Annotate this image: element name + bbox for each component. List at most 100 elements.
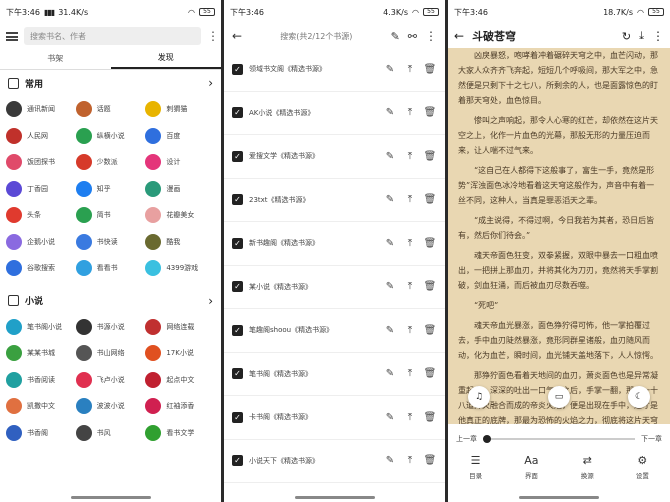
table-row[interactable]: ✓ 卡书阁《精选书源》 ✎ ⤒ 🗑 (224, 396, 445, 440)
more-vert-icon[interactable]: ⋮ (207, 30, 219, 42)
site-item[interactable]: 看看书 (75, 255, 146, 282)
checkbox[interactable]: ✓ (232, 281, 243, 293)
menu-icon[interactable] (6, 31, 18, 41)
delete-icon[interactable]: 🗑 (423, 455, 437, 466)
table-row[interactable]: ✓ 某小说《精选书源》 ✎ ⤒ 🗑 (224, 266, 445, 309)
site-item[interactable]: 书快读 (75, 229, 146, 256)
section-header[interactable]: 常用 › (0, 70, 221, 96)
site-item[interactable]: 谷歌搜索 (6, 255, 76, 282)
table-row[interactable]: ✓ 23txt《精选书源》 ✎ ⤒ 🗑 (224, 179, 445, 222)
delete-icon[interactable]: 🗑 (423, 107, 437, 118)
site-item[interactable]: 知乎 (75, 176, 146, 203)
checkbox[interactable]: ✓ (232, 324, 243, 336)
move-top-icon[interactable]: ⤒ (403, 412, 417, 423)
delete-icon[interactable]: 🗑 (423, 64, 437, 75)
site-item[interactable]: 纵横小说 (75, 123, 146, 150)
edit-icon[interactable]: ✎ (391, 30, 400, 43)
refresh-icon[interactable]: ↻ (622, 30, 631, 43)
move-top-icon[interactable]: ⤒ (403, 194, 417, 205)
site-item[interactable]: 酷我 (145, 229, 215, 256)
night-mode-icon[interactable]: ☾ (628, 386, 650, 408)
checkbox[interactable]: ✓ (232, 368, 243, 380)
headphones-icon[interactable]: ♫ (468, 386, 490, 408)
filter-icon[interactable]: ⚯ (408, 30, 417, 43)
site-item[interactable]: 某某书城 (6, 340, 76, 367)
section-header[interactable]: 小说 › (0, 288, 221, 314)
checkbox[interactable]: ✓ (232, 150, 243, 162)
back-arrow-icon[interactable]: ← (454, 29, 464, 43)
site-item[interactable]: 飞卢小说 (75, 367, 146, 394)
download-icon[interactable]: ⤓ (639, 29, 644, 43)
site-item[interactable]: 4399游戏 (145, 255, 215, 282)
site-item[interactable]: 设计 (145, 149, 215, 176)
chevron-right-icon[interactable]: › (208, 294, 213, 308)
prev-chapter-button[interactable]: 上一章 (456, 434, 477, 444)
delete-icon[interactable]: 🗑 (423, 412, 437, 423)
table-row[interactable]: ✓ 新书趣阁《精选书源》 ✎ ⤒ 🗑 (224, 222, 445, 266)
checkbox[interactable]: ✓ (232, 237, 243, 249)
site-item[interactable]: 网络连载 (145, 314, 215, 341)
menu-item-change-source[interactable]: ⇄ 换源 (581, 454, 594, 480)
site-item[interactable]: 波波小说 (75, 393, 146, 420)
move-top-icon[interactable]: ⤒ (403, 455, 417, 466)
edit-icon[interactable]: ✎ (383, 107, 397, 118)
move-top-icon[interactable]: ⤒ (403, 368, 417, 379)
site-item[interactable]: 简书 (75, 202, 146, 229)
site-item[interactable]: 少数派 (75, 149, 146, 176)
move-top-icon[interactable]: ⤒ (403, 281, 417, 292)
chapter-progress-slider[interactable] (483, 435, 635, 443)
delete-icon[interactable]: 🗑 (423, 151, 437, 162)
menu-item-interface[interactable]: Aa 界面 (524, 454, 538, 480)
site-item[interactable]: 书山网络 (75, 340, 146, 367)
edit-icon[interactable]: ✎ (383, 281, 397, 292)
table-row[interactable]: ✓ 小说天下《精选书源》 ✎ ⤒ 🗑 (224, 440, 445, 483)
edit-icon[interactable]: ✎ (383, 238, 397, 249)
move-top-icon[interactable]: ⤒ (403, 151, 417, 162)
delete-icon[interactable]: 🗑 (423, 238, 437, 249)
table-row[interactable]: ✓ 领域书文阁《精选书源》 ✎ ⤒ 🗑 (224, 48, 445, 92)
table-row[interactable]: ✓ 爱搜文学《精选书源》 ✎ ⤒ 🗑 (224, 135, 445, 179)
site-item[interactable]: 凯撒中文 (6, 393, 76, 420)
checkbox[interactable]: ✓ (232, 107, 243, 119)
progress-knob[interactable] (483, 435, 491, 443)
site-item[interactable]: 书源小说 (75, 314, 146, 341)
delete-icon[interactable]: 🗑 (423, 281, 437, 292)
edit-icon[interactable]: ✎ (383, 368, 397, 379)
site-item[interactable]: 书香阁 (6, 420, 76, 447)
site-item[interactable]: 饭团探书 (6, 149, 76, 176)
site-item[interactable]: 通讯新闻 (6, 96, 76, 123)
site-item[interactable]: 书风 (75, 420, 146, 447)
move-top-icon[interactable]: ⤒ (403, 238, 417, 249)
search-input[interactable]: 搜索书名、作者 (24, 27, 201, 45)
checkbox[interactable]: ✓ (232, 194, 243, 206)
reading-content[interactable]: 凶戾暴怒，咆哮着冲着碾碎天穹之中，血芒闪动，那大家人众齐齐飞奔起，短短几个呼吸间… (448, 48, 670, 424)
site-item[interactable]: 起点中文 (145, 367, 215, 394)
checkbox[interactable]: ✓ (232, 411, 243, 423)
more-vert-icon[interactable]: ⋮ (652, 29, 664, 43)
site-item[interactable]: 17K小说 (145, 340, 215, 367)
chevron-right-icon[interactable]: › (208, 76, 213, 90)
table-row[interactable]: ✓ AK小说《精选书源》 ✎ ⤒ 🗑 (224, 92, 445, 135)
site-item[interactable]: 刺猬猫 (145, 96, 215, 123)
site-item[interactable]: 漫画 (145, 176, 215, 203)
edit-icon[interactable]: ✎ (383, 325, 397, 336)
tab-bookshelf[interactable]: 书架 (0, 48, 111, 69)
site-item[interactable]: 丁香园 (6, 176, 76, 203)
edit-icon[interactable]: ✎ (383, 194, 397, 205)
site-item[interactable]: 人民网 (6, 123, 76, 150)
screen-rotate-icon[interactable]: ▭ (548, 386, 570, 408)
edit-icon[interactable]: ✎ (383, 64, 397, 75)
site-item[interactable]: 书香阅读 (6, 367, 76, 394)
edit-icon[interactable]: ✎ (383, 412, 397, 423)
tab-discover[interactable]: 发现 (110, 48, 221, 69)
site-item[interactable]: 笔书阁小说 (6, 314, 76, 341)
delete-icon[interactable]: 🗑 (423, 194, 437, 205)
delete-icon[interactable]: 🗑 (423, 368, 437, 379)
site-item[interactable]: 话题 (75, 96, 146, 123)
table-row[interactable]: ✓ 笔趣阁shoou《精选书源》 ✎ ⤒ 🗑 (224, 309, 445, 353)
site-item[interactable]: 花瓣美女 (145, 202, 215, 229)
menu-item-catalog[interactable]: ☰ 目录 (469, 454, 482, 480)
site-item[interactable]: 红袖添香 (145, 393, 215, 420)
checkbox[interactable]: ✓ (232, 455, 243, 467)
menu-item-settings[interactable]: ⚙ 设置 (636, 454, 649, 480)
